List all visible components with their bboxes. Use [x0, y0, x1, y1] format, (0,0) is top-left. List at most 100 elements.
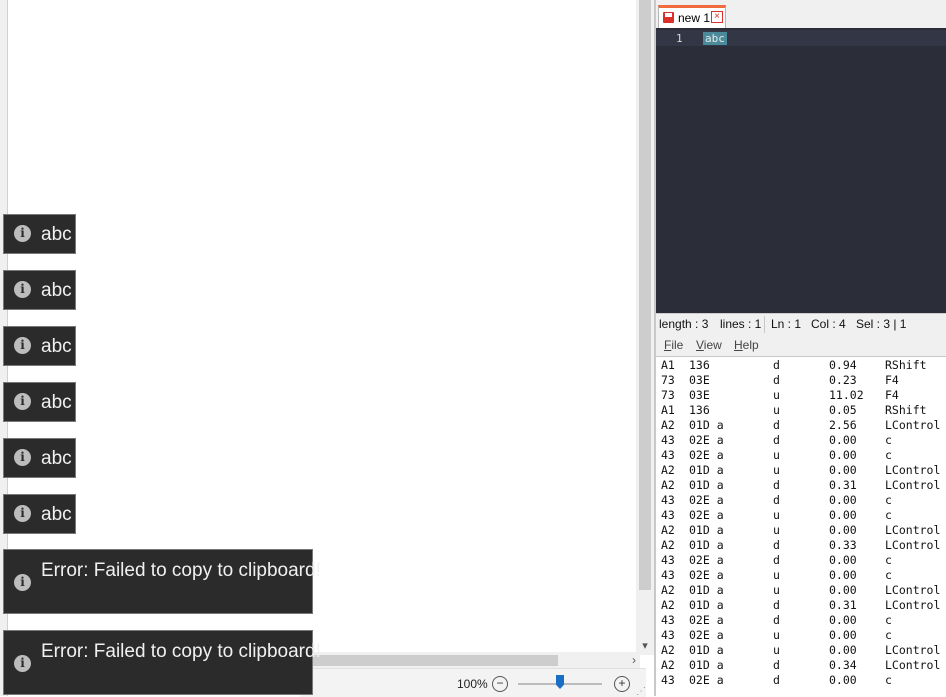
- sc-cell: 136: [689, 358, 710, 372]
- updown-cell: u: [773, 568, 780, 582]
- elapsed-cell: 0.00: [829, 508, 857, 522]
- updown-cell: u: [773, 463, 780, 477]
- vk-cell: 43: [661, 493, 675, 507]
- info-icon: i: [14, 574, 31, 591]
- resize-grip-icon[interactable]: ⋰: [636, 686, 646, 697]
- elapsed-cell: 0.31: [829, 478, 857, 492]
- error-toast-notification[interactable]: i Error: Failed to copy to clipboard!: [3, 630, 321, 695]
- zoom-level: 100%: [457, 677, 488, 691]
- updown-cell: d: [773, 613, 780, 627]
- tab-label: new 1: [678, 11, 711, 25]
- toast-notification[interactable]: i abc: [3, 438, 76, 478]
- scroll-down-arrow-icon[interactable]: ▾: [638, 639, 652, 653]
- sc-cell: 02E a: [689, 673, 724, 687]
- elapsed-cell: 11.02: [829, 388, 864, 402]
- sc-cell: 02E a: [689, 553, 724, 567]
- vk-cell: A2: [661, 463, 675, 477]
- elapsed-cell: 0.00: [829, 628, 857, 642]
- updown-cell: d: [773, 553, 780, 567]
- menu-help[interactable]: Help: [734, 338, 759, 352]
- scroll-right-arrow-icon[interactable]: ›: [632, 652, 636, 668]
- vk-cell: 43: [661, 508, 675, 522]
- vk-cell: 43: [661, 553, 675, 567]
- elapsed-cell: 0.00: [829, 463, 857, 477]
- info-icon: i: [14, 225, 31, 242]
- updown-cell: d: [773, 478, 780, 492]
- elapsed-cell: 0.94: [829, 358, 857, 372]
- key-cell: c: [885, 448, 892, 462]
- vk-cell: 73: [661, 373, 675, 387]
- updown-cell: u: [773, 643, 780, 657]
- menu-view[interactable]: View: [696, 338, 722, 352]
- sc-cell: 01D a: [689, 538, 724, 552]
- sc-cell: 01D a: [689, 463, 724, 477]
- toast-message: Error: Failed to copy to clipboard!: [41, 641, 321, 662]
- elapsed-cell: 0.00: [829, 448, 857, 462]
- vk-cell: A1: [661, 358, 675, 372]
- vk-cell: A2: [661, 658, 675, 672]
- key-cell: c: [885, 553, 892, 567]
- zoom-in-button[interactable]: +: [614, 676, 630, 692]
- horizontal-scrollbar[interactable]: ›: [300, 652, 640, 668]
- key-cell: c: [885, 493, 892, 507]
- menu-file[interactable]: File: [664, 338, 683, 352]
- vertical-scrollbar[interactable]: ▾: [636, 0, 654, 655]
- elapsed-cell: 0.34: [829, 658, 857, 672]
- key-cell: RShift: [885, 403, 927, 417]
- key-cell: c: [885, 628, 892, 642]
- toast-message: abc: [41, 280, 72, 301]
- sc-cell: 01D a: [689, 478, 724, 492]
- vk-cell: A2: [661, 418, 675, 432]
- vk-cell: A2: [661, 523, 675, 537]
- key-cell: F4: [885, 388, 899, 402]
- vk-cell: A1: [661, 403, 675, 417]
- vertical-scroll-thumb[interactable]: [639, 0, 651, 590]
- key-cell: LControl: [885, 478, 941, 492]
- vk-cell: A2: [661, 478, 675, 492]
- selected-text[interactable]: abc: [703, 32, 727, 45]
- toast-notification[interactable]: i abc: [3, 270, 76, 310]
- error-toast-notification[interactable]: i Error: Failed to copy to clipboard!: [3, 549, 321, 614]
- sc-cell: 136: [689, 403, 710, 417]
- elapsed-cell: 0.00: [829, 568, 857, 582]
- key-cell: c: [885, 508, 892, 522]
- status-line: Ln : 1: [771, 317, 802, 331]
- elapsed-cell: 0.00: [829, 673, 857, 687]
- key-cell: LControl: [885, 643, 941, 657]
- status-length: length : 3: [659, 317, 709, 331]
- current-line-highlight: 1 abc: [656, 30, 946, 46]
- vk-cell: 43: [661, 628, 675, 642]
- updown-cell: d: [773, 673, 780, 687]
- toast-notification[interactable]: i abc: [3, 214, 76, 254]
- key-history-window: File View Help A1 136 d 0.94 RShift 73 03E d 0.2…: [654, 334, 946, 696]
- info-icon: i: [14, 337, 31, 354]
- zoom-slider-thumb[interactable]: [556, 675, 564, 689]
- elapsed-cell: 2.56: [829, 418, 857, 432]
- vk-cell: 43: [661, 433, 675, 447]
- key-cell: LControl: [885, 598, 941, 612]
- toast-notification[interactable]: i abc: [3, 494, 76, 534]
- editor-tab-bar: new 1 ×: [656, 0, 946, 29]
- zoom-out-button[interactable]: −: [492, 676, 508, 692]
- tab-new-1[interactable]: new 1 ×: [658, 5, 726, 29]
- editor-status-bar: length : 3 lines : 1 Ln : 1 Col : 4 Sel …: [656, 313, 946, 335]
- vk-cell: A2: [661, 583, 675, 597]
- status-separator: [764, 316, 765, 333]
- key-cell: c: [885, 433, 892, 447]
- updown-cell: d: [773, 418, 780, 432]
- vk-cell: A2: [661, 598, 675, 612]
- updown-cell: u: [773, 628, 780, 642]
- info-icon: i: [14, 505, 31, 522]
- info-icon: i: [14, 655, 31, 672]
- toast-notification[interactable]: i abc: [3, 326, 76, 366]
- sc-cell: 02E a: [689, 448, 724, 462]
- updown-cell: d: [773, 598, 780, 612]
- horizontal-scroll-thumb[interactable]: [300, 655, 558, 666]
- key-cell: c: [885, 673, 892, 687]
- key-cell: c: [885, 568, 892, 582]
- toast-notification[interactable]: i abc: [3, 382, 76, 422]
- close-tab-icon[interactable]: ×: [711, 11, 723, 23]
- elapsed-cell: 0.00: [829, 553, 857, 567]
- sc-cell: 01D a: [689, 658, 724, 672]
- code-editor-area[interactable]: 1 abc: [656, 28, 946, 313]
